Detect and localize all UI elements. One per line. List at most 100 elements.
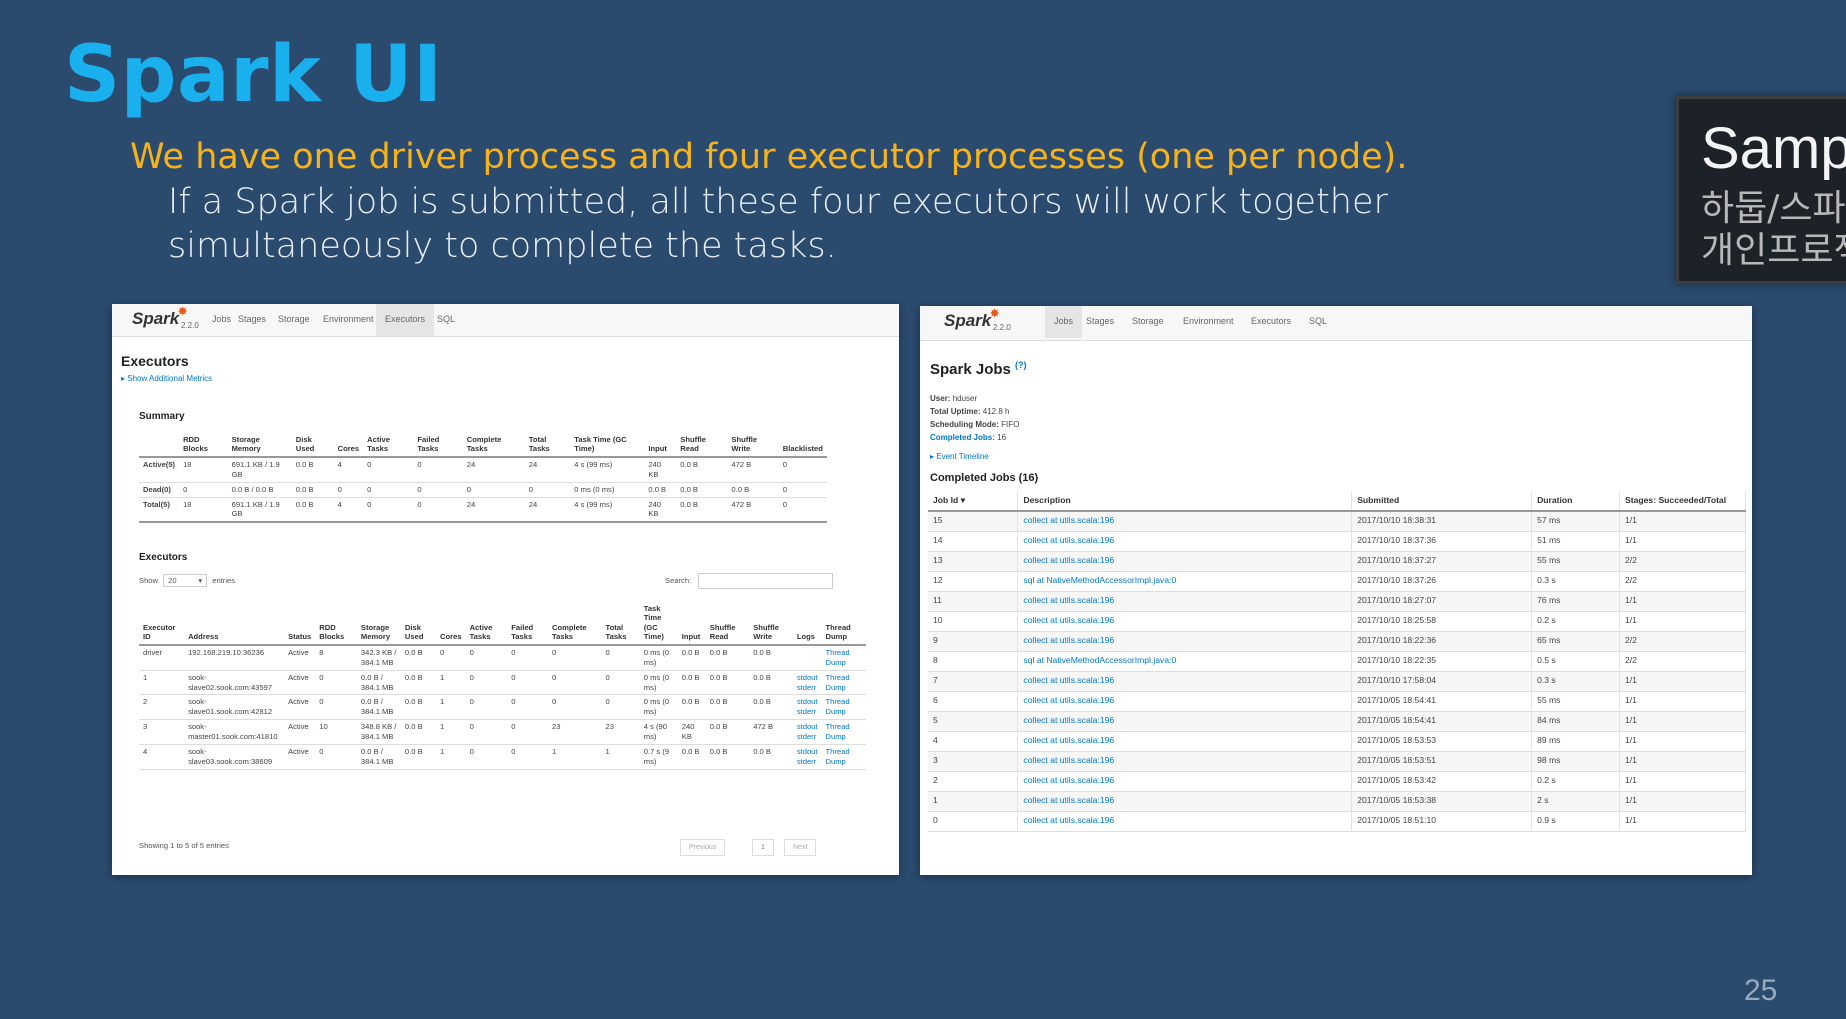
stdout-link[interactable]: stdout bbox=[797, 722, 818, 731]
column-header[interactable]: Cores bbox=[436, 602, 466, 645]
completed-jobs-count: 16 bbox=[997, 433, 1007, 442]
tab-sql[interactable]: SQL bbox=[1300, 306, 1336, 338]
column-header[interactable]: Disk Used bbox=[401, 602, 436, 645]
job-description-link[interactable]: collect at utils.scala:196 bbox=[1023, 595, 1114, 605]
spark-logo[interactable]: Spark ✸ 2.2.0 bbox=[132, 306, 199, 330]
tab-environment[interactable]: Environment bbox=[314, 304, 383, 336]
help-link[interactable]: (?) bbox=[1015, 360, 1027, 370]
column-header[interactable]: Complete Tasks bbox=[548, 602, 601, 645]
table-cell: 0 bbox=[782, 499, 788, 509]
table-cell: 24 bbox=[466, 459, 476, 469]
table-cell: sook-slave01.sook.com:42812 bbox=[188, 697, 273, 717]
spark-logo[interactable]: Spark ✸ 2.2.0 bbox=[944, 308, 1011, 332]
tab-environment[interactable]: Environment bbox=[1174, 306, 1243, 338]
slide-title: Spark UI bbox=[64, 30, 443, 120]
stderr-link[interactable]: stderr bbox=[797, 683, 816, 692]
column-header: Cores bbox=[337, 444, 360, 454]
stdout-link[interactable]: stdout bbox=[797, 747, 818, 756]
stderr-link[interactable]: stderr bbox=[797, 707, 816, 716]
table-cell: 65 ms bbox=[1531, 631, 1621, 652]
navbar: Spark ✸ 2.2.0 Jobs Stages Storage Environme… bbox=[112, 304, 899, 337]
table-row: 5 collect at utils.scala:196 2017/10/05 18… bbox=[928, 711, 1746, 732]
executors-section-title: Executors bbox=[139, 552, 188, 563]
stdout-link[interactable]: stdout bbox=[797, 673, 818, 682]
completed-jobs-info[interactable]: Completed Jobs: 16 bbox=[930, 431, 1019, 444]
table-row: 2 collect at utils.scala:196 2017/10/05 18… bbox=[928, 771, 1746, 792]
entries-select[interactable]: 20 ▾ bbox=[163, 574, 208, 587]
stderr-link[interactable]: stderr bbox=[797, 757, 816, 766]
column-header[interactable]: Thread Dump bbox=[822, 602, 867, 645]
tab-storage[interactable]: Storage bbox=[269, 304, 319, 336]
job-description-link[interactable]: collect at utils.scala:196 bbox=[1023, 775, 1114, 785]
column-header[interactable]: Shuffle Write bbox=[749, 602, 793, 645]
column-header[interactable]: Shuffle Read bbox=[706, 602, 749, 645]
thread-dump-link[interactable]: Thread Dump bbox=[826, 722, 850, 741]
table-cell: 0.0 B / 384.1 MB bbox=[360, 672, 394, 692]
job-description-link[interactable]: collect at utils.scala:196 bbox=[1023, 815, 1114, 825]
job-description-link[interactable]: collect at utils.scala:196 bbox=[1023, 615, 1114, 625]
column-header[interactable]: RDD Blocks bbox=[315, 602, 357, 645]
job-description-link[interactable]: collect at utils.scala:196 bbox=[1023, 555, 1114, 565]
column-header[interactable]: Description bbox=[1017, 491, 1353, 511]
previous-page-button[interactable]: Previous bbox=[680, 839, 726, 856]
table-cell: 0 bbox=[319, 746, 324, 756]
table-cell: 24 bbox=[528, 459, 538, 469]
thread-dump-link[interactable]: Thread Dump bbox=[826, 648, 850, 667]
column-header bbox=[139, 433, 179, 457]
column-header[interactable]: Executor ID bbox=[139, 602, 184, 645]
thread-dump-link[interactable]: Thread Dump bbox=[826, 747, 850, 766]
job-description-link[interactable]: collect at utils.scala:196 bbox=[1023, 675, 1114, 685]
thread-dump-link[interactable]: Thread Dump bbox=[826, 697, 850, 716]
summary-table: RDD Blocks Storage Memory Disk Used Cores Ac… bbox=[139, 433, 827, 523]
event-timeline-toggle[interactable]: ▸ Event Timeline bbox=[930, 452, 989, 461]
tab-executors[interactable]: Executors bbox=[376, 304, 435, 336]
column-header[interactable]: Status bbox=[284, 602, 315, 645]
logs-cell bbox=[793, 645, 822, 670]
page-1-button[interactable]: 1 bbox=[752, 839, 774, 856]
table-row: 9 collect at utils.scala:196 2017/10/10 18… bbox=[928, 631, 1746, 652]
column-header[interactable]: Job Id ▾ bbox=[928, 491, 1019, 511]
column-header[interactable]: Active Tasks bbox=[466, 602, 508, 645]
show-additional-metrics-link[interactable]: ▸ Show Additional Metrics bbox=[121, 374, 212, 383]
job-description-link[interactable]: collect at utils.scala:196 bbox=[1023, 715, 1114, 725]
stdout-link[interactable]: stdout bbox=[797, 697, 818, 706]
table-cell: 1/1 bbox=[1619, 771, 1746, 792]
column-header[interactable]: Task Time (GC Time) bbox=[640, 602, 678, 645]
column-header[interactable]: Storage Memory bbox=[357, 602, 401, 645]
next-page-button[interactable]: Next bbox=[784, 839, 817, 856]
logs-cell: stdout stderr bbox=[793, 744, 822, 769]
table-row: 13 collect at utils.scala:196 2017/10/10 1… bbox=[928, 551, 1746, 572]
column-header[interactable]: Input bbox=[678, 602, 706, 645]
column-header[interactable]: Duration bbox=[1531, 491, 1621, 511]
job-description-link[interactable]: sql at NativeMethodAccessorImpl.java:0 bbox=[1023, 575, 1176, 585]
tab-storage[interactable]: Storage bbox=[1123, 306, 1173, 338]
column-header[interactable]: Submitted bbox=[1351, 491, 1533, 511]
thread-dump-link[interactable]: Thread Dump bbox=[826, 673, 850, 692]
tab-executors[interactable]: Executors bbox=[1242, 306, 1300, 338]
job-description-link[interactable]: collect at utils.scala:196 bbox=[1023, 635, 1114, 645]
job-description-link[interactable]: collect at utils.scala:196 bbox=[1023, 695, 1114, 705]
table-cell: sql at NativeMethodAccessorImpl.java:0 bbox=[1017, 571, 1353, 592]
job-description-link[interactable]: collect at utils.scala:196 bbox=[1023, 535, 1114, 545]
job-description-link[interactable]: collect at utils.scala:196 bbox=[1023, 795, 1114, 805]
stderr-link[interactable]: stderr bbox=[797, 732, 816, 741]
thread-dump-cell: Thread Dump bbox=[822, 695, 867, 720]
tab-sql[interactable]: SQL bbox=[428, 304, 464, 336]
table-cell: 0.0 B bbox=[709, 647, 728, 657]
tab-stages[interactable]: Stages bbox=[1077, 306, 1123, 338]
column-header[interactable]: Address bbox=[184, 602, 284, 645]
side-box-line-2: 개인프로젝 bbox=[1701, 230, 1846, 271]
job-description-link[interactable]: collect at utils.scala:196 bbox=[1023, 515, 1114, 525]
table-cell: 2 bbox=[928, 771, 1019, 792]
table-cell: 0 bbox=[417, 499, 422, 509]
column-header[interactable]: Stages: Succeeded/Total bbox=[1619, 491, 1746, 511]
job-description-link[interactable]: collect at utils.scala:196 bbox=[1023, 755, 1114, 765]
search-input[interactable] bbox=[698, 573, 833, 589]
column-header[interactable]: Failed Tasks bbox=[507, 602, 548, 645]
column-header[interactable]: Logs bbox=[793, 602, 822, 645]
column-header[interactable]: Total Tasks bbox=[602, 602, 640, 645]
completed-jobs-link[interactable]: Completed Jobs: bbox=[930, 433, 995, 442]
table-cell: 23 bbox=[605, 722, 614, 732]
job-description-link[interactable]: collect at utils.scala:196 bbox=[1023, 735, 1114, 745]
job-description-link[interactable]: sql at NativeMethodAccessorImpl.java:0 bbox=[1023, 655, 1176, 665]
